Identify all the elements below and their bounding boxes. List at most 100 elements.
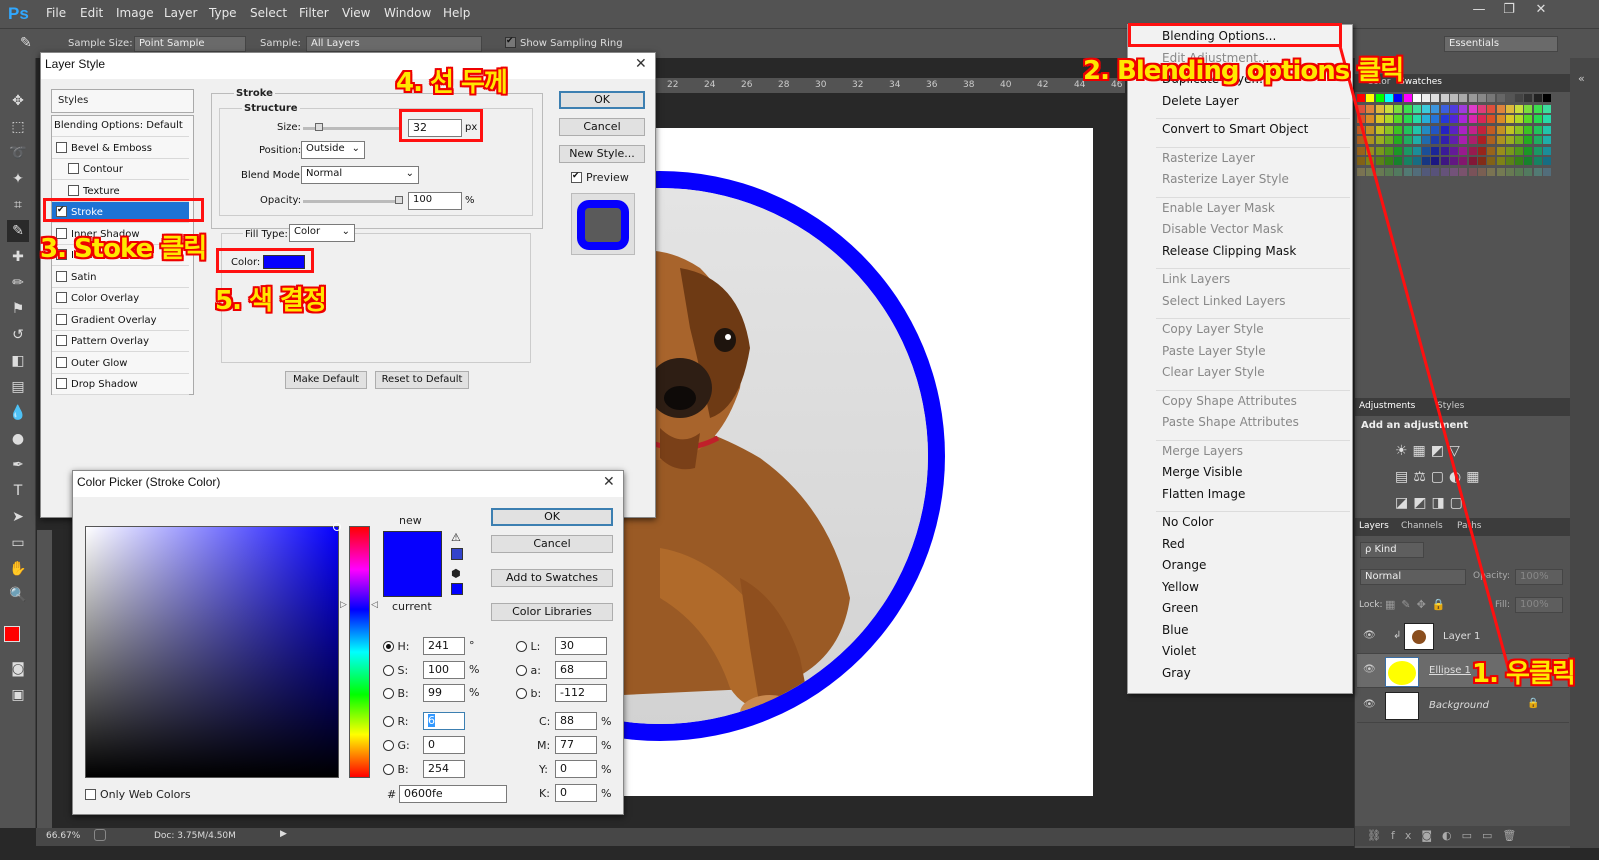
swatch[interactable] <box>1477 94 1486 102</box>
layer-name[interactable]: Layer 1 <box>1443 631 1480 642</box>
swatch[interactable] <box>1440 94 1449 102</box>
swatch[interactable] <box>1505 125 1514 134</box>
crop-tool-icon[interactable]: ⌗ <box>7 194 29 216</box>
brush-tool-icon[interactable]: ✏ <box>7 272 29 294</box>
h-radio[interactable]: H: <box>383 640 409 653</box>
marquee-tool-icon[interactable]: ⬚ <box>7 116 29 138</box>
menu-layer[interactable]: Layer <box>164 6 197 20</box>
style-checkbox[interactable] <box>56 356 67 368</box>
only-web-colors-checkbox[interactable]: Only Web Colors <box>85 788 191 801</box>
a-radio[interactable]: a: <box>516 664 541 677</box>
position-select[interactable]: Outside ⌄ <box>301 141 365 159</box>
style-checkbox[interactable] <box>56 270 67 282</box>
swatch[interactable] <box>1384 167 1393 176</box>
swatch[interactable] <box>1524 167 1533 176</box>
tab-layers[interactable]: Layers <box>1359 521 1389 531</box>
blur-tool-icon[interactable]: 💧 <box>7 402 29 424</box>
swatch[interactable] <box>1515 146 1524 155</box>
swatch[interactable] <box>1459 104 1468 113</box>
image-canvas[interactable] <box>375 128 1093 796</box>
eraser-tool-icon[interactable]: ◧ <box>7 350 29 372</box>
swatch[interactable] <box>1496 104 1505 113</box>
swatch[interactable] <box>1403 167 1412 176</box>
swatch[interactable] <box>1440 167 1449 176</box>
swatch[interactable] <box>1440 157 1449 165</box>
swatch[interactable] <box>1543 157 1551 165</box>
context-menu-item[interactable]: Violet <box>1162 644 1196 658</box>
swatch[interactable] <box>1459 115 1468 123</box>
c-field[interactable]: 88 <box>555 712 597 730</box>
swatch[interactable] <box>1431 146 1440 155</box>
swatch[interactable] <box>1384 125 1393 134</box>
swatch[interactable] <box>1412 104 1421 113</box>
swatch[interactable] <box>1468 115 1477 123</box>
s-field[interactable]: 100 <box>423 661 465 679</box>
menu-filter[interactable]: Filter <box>299 6 329 20</box>
shape-tool-icon[interactable]: ▭ <box>7 532 29 554</box>
swatch[interactable] <box>1468 94 1477 102</box>
close-icon[interactable]: ✕ <box>635 56 647 72</box>
close-window-button[interactable]: ✕ <box>1527 2 1555 22</box>
swatch[interactable] <box>1440 125 1449 134</box>
s-radio[interactable]: S: <box>383 664 408 677</box>
blend-mode-select[interactable]: Normal ⌄ <box>301 166 419 184</box>
stamp-tool-icon[interactable]: ⚑ <box>7 298 29 320</box>
swatch[interactable] <box>1477 136 1486 144</box>
swatch[interactable] <box>1543 136 1551 144</box>
swatch[interactable] <box>1431 136 1440 144</box>
swatch[interactable] <box>1487 104 1496 113</box>
swatch[interactable] <box>1496 157 1505 165</box>
swatch[interactable] <box>1384 104 1393 113</box>
swatch[interactable] <box>1366 115 1375 123</box>
swatch[interactable] <box>1412 94 1421 102</box>
swatch[interactable] <box>1357 104 1365 113</box>
swatch[interactable] <box>1384 115 1393 123</box>
swatch[interactable] <box>1403 146 1412 155</box>
swatch[interactable] <box>1450 146 1458 155</box>
swatch[interactable] <box>1403 136 1412 144</box>
swatch[interactable] <box>1375 146 1384 155</box>
swatch[interactable] <box>1422 94 1431 102</box>
visibility-eye-icon[interactable]: 👁 <box>1363 699 1376 710</box>
context-menu-item[interactable]: Red <box>1162 537 1185 551</box>
swatch[interactable] <box>1496 94 1505 102</box>
swatch[interactable] <box>1422 115 1431 123</box>
context-menu-item[interactable]: Flatten Image <box>1162 487 1245 501</box>
swatch[interactable] <box>1515 136 1524 144</box>
swatch[interactable] <box>1366 157 1375 165</box>
swatch[interactable] <box>1375 125 1384 134</box>
swatch[interactable] <box>1440 104 1449 113</box>
style-item[interactable]: Pattern Overlay <box>52 331 189 352</box>
swatch[interactable] <box>1394 104 1403 113</box>
g-radio[interactable]: G: <box>383 739 410 752</box>
swatch[interactable] <box>1477 104 1486 113</box>
swatch[interactable] <box>1412 146 1421 155</box>
status-arrow-icon[interactable]: ▶ <box>280 829 287 839</box>
swatch[interactable] <box>1394 115 1403 123</box>
swatch[interactable] <box>1543 104 1551 113</box>
move-tool-icon[interactable]: ✥ <box>7 90 29 112</box>
color-libraries-button[interactable]: Color Libraries <box>491 603 613 621</box>
swatch[interactable] <box>1431 157 1440 165</box>
swatch[interactable] <box>1366 125 1375 134</box>
swatch[interactable] <box>1487 167 1496 176</box>
show-ring-checkbox[interactable]: Show Sampling Ring <box>505 36 623 49</box>
swatch[interactable] <box>1468 157 1477 165</box>
reset-default-button[interactable]: Reset to Default <box>375 371 469 389</box>
quick-mask-icon[interactable]: ◙ <box>7 658 29 680</box>
swatch[interactable] <box>1468 146 1477 155</box>
swatch[interactable] <box>1394 157 1403 165</box>
swatch[interactable] <box>1440 146 1449 155</box>
swatch[interactable] <box>1412 115 1421 123</box>
swatch[interactable] <box>1375 94 1384 102</box>
menu-view[interactable]: View <box>342 6 370 20</box>
size-slider[interactable] <box>303 123 399 131</box>
swatch[interactable] <box>1384 136 1393 144</box>
swatch[interactable] <box>1403 125 1412 134</box>
swatch[interactable] <box>1487 125 1496 134</box>
a-field[interactable]: 68 <box>555 661 607 679</box>
swatch[interactable] <box>1431 115 1440 123</box>
swatch[interactable] <box>1394 167 1403 176</box>
ok-button[interactable]: OK <box>491 508 613 526</box>
swatch[interactable] <box>1477 167 1486 176</box>
